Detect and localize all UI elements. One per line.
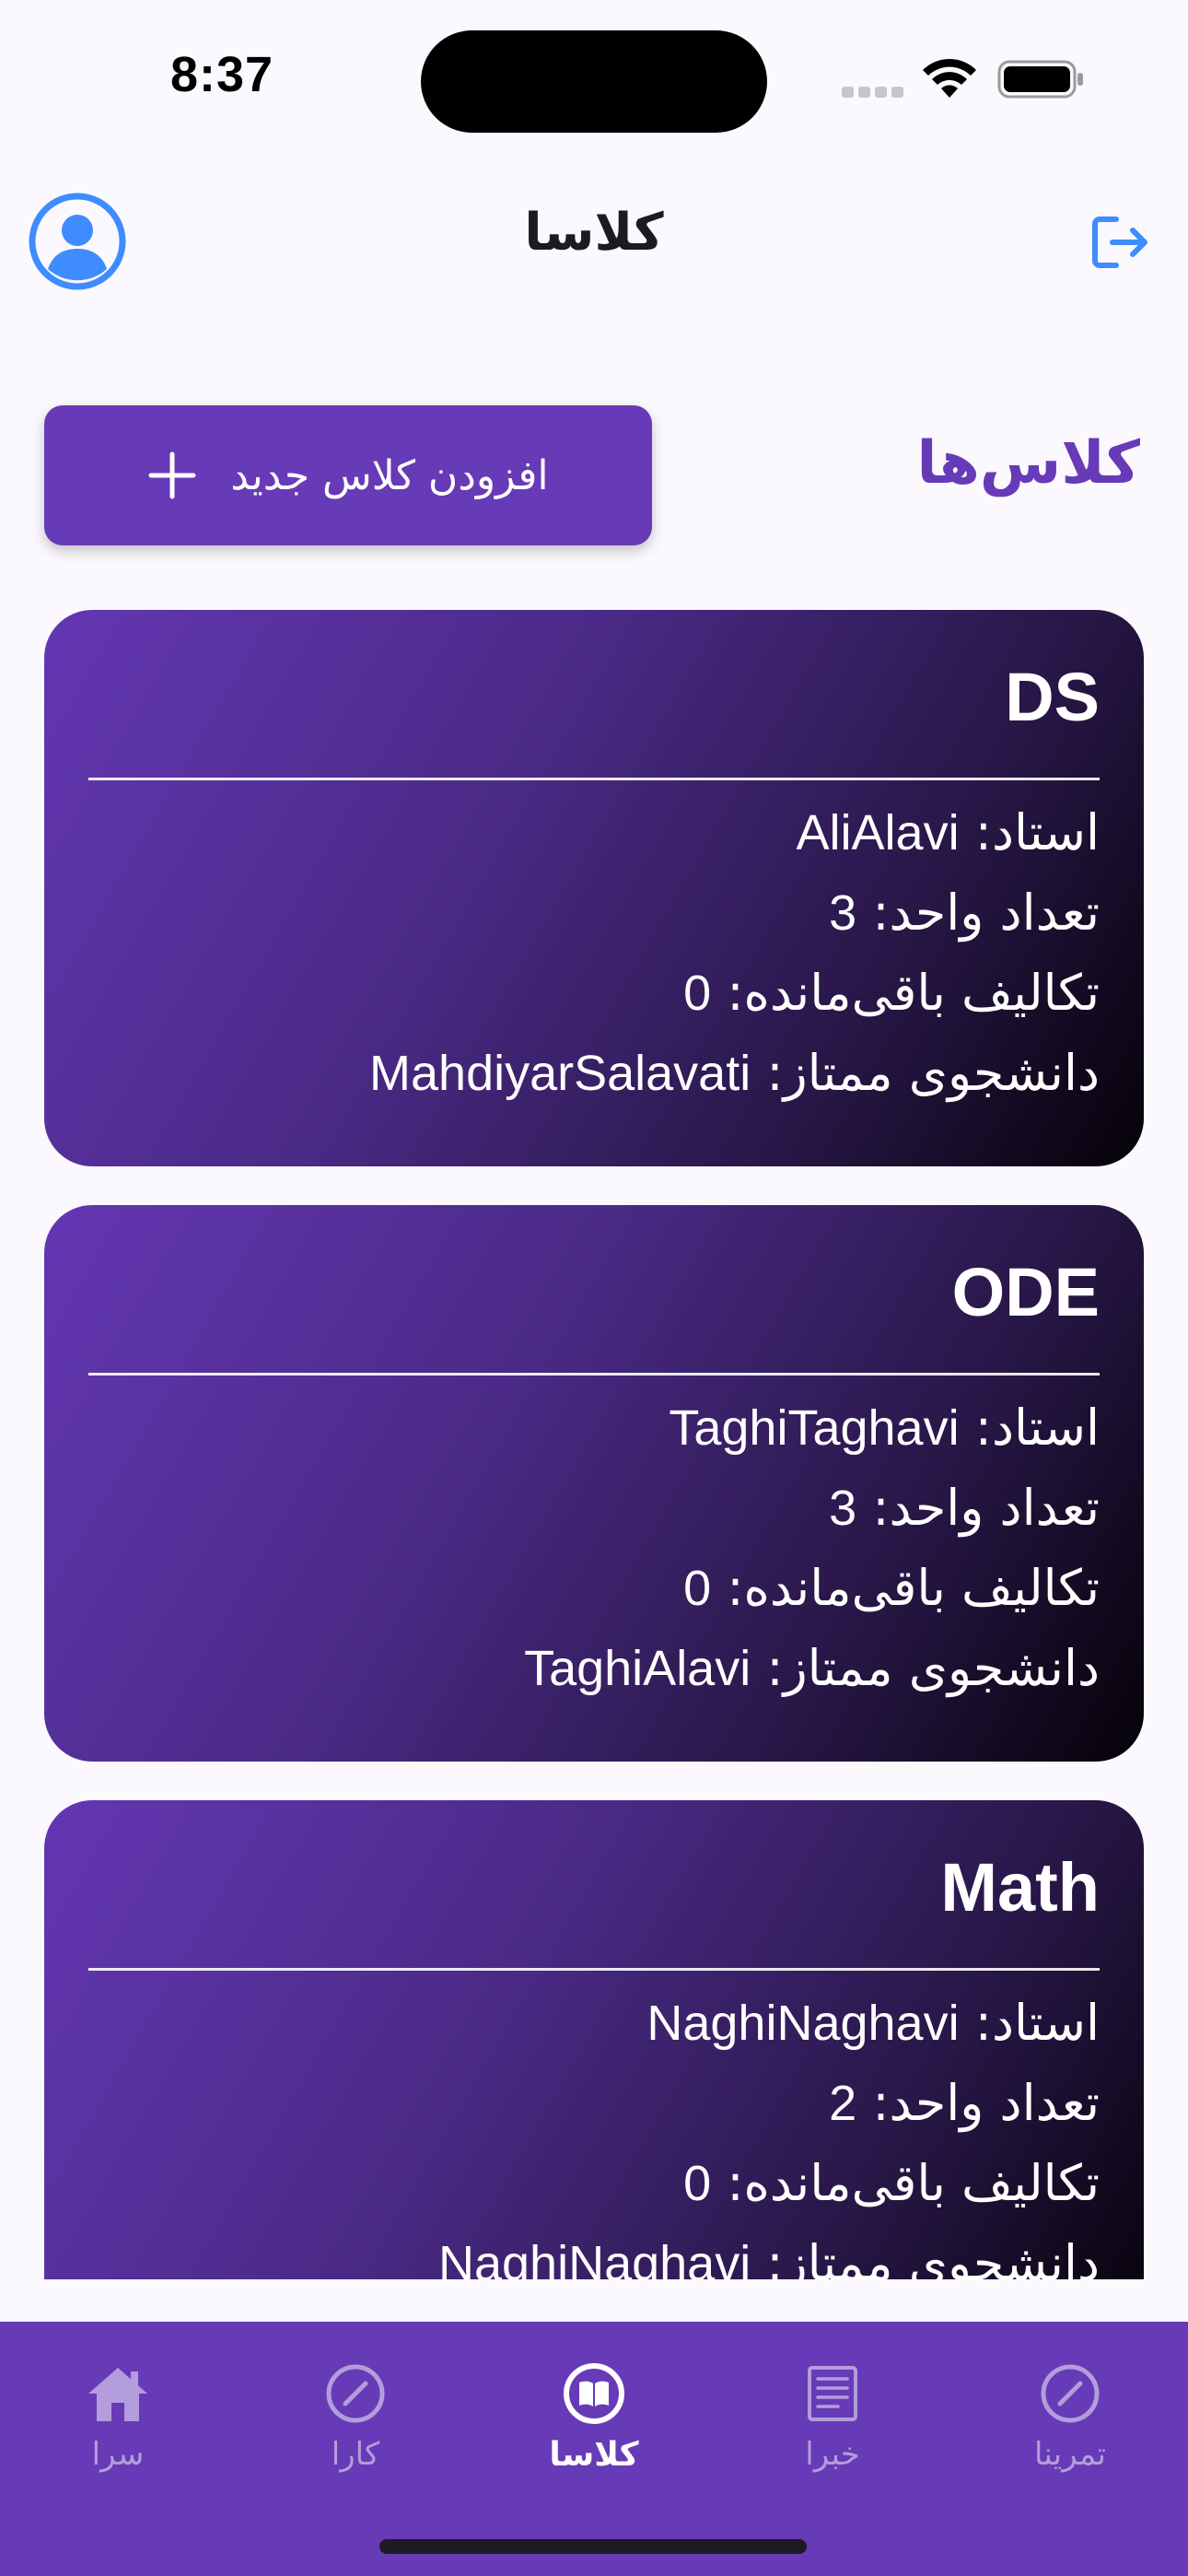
remaining-value: 0: [683, 1561, 712, 1616]
app-bar: کلاسا: [0, 157, 1188, 322]
teacher-value: TaghiTaghavi: [669, 1400, 960, 1456]
plus-icon: [148, 451, 196, 499]
compass-icon: [1041, 2364, 1100, 2423]
units-value: 2: [829, 2076, 857, 2131]
class-list[interactable]: DS استاد: AliAlavi تعداد واحد: 3 تکالیف …: [44, 610, 1144, 2279]
top-student-label: دانشجوی ممتاز:: [766, 1044, 1100, 1102]
nav-item-exercises[interactable]: تمرینا: [978, 2340, 1162, 2506]
app-title: کلاسا: [524, 203, 664, 263]
class-card[interactable]: DS استاد: AliAlavi تعداد واحد: 3 تکالیف …: [44, 610, 1144, 1166]
nav-item-home[interactable]: سرا: [26, 2340, 210, 2506]
class-top-student: دانشجوی ممتاز: TaghiAlavi: [524, 1639, 1100, 1697]
class-remaining-assignments: تکالیف باقی‌مانده: 0: [683, 964, 1100, 1022]
teacher-value: NaghiNaghavi: [646, 1996, 960, 2051]
remaining-label: تکالیف باقی‌مانده:: [727, 2154, 1100, 2212]
section-title: کلاس‌ها: [916, 429, 1140, 498]
teacher-label: استاد:: [974, 1399, 1100, 1457]
nav-item-classes[interactable]: کلاسا: [502, 2340, 686, 2506]
home-icon: [88, 2368, 147, 2421]
nav-label: کلاسا: [549, 2436, 639, 2474]
nav-label: تمرینا: [1034, 2436, 1106, 2473]
class-units: تعداد واحد: 2: [829, 2074, 1100, 2132]
top-student-label: دانشجوی ممتاز:: [766, 1639, 1100, 1697]
nav-label: سرا: [91, 2436, 145, 2473]
top-student-value: TaghiAlavi: [524, 1641, 751, 1696]
card-divider: [88, 1968, 1100, 1971]
class-top-student: دانشجوی ممتاز: MahdiyarSalavati: [369, 1044, 1100, 1102]
nav-item-tasks[interactable]: کارا: [263, 2340, 448, 2506]
class-card[interactable]: ODE استاد: TaghiTaghavi تعداد واحد: 3 تک…: [44, 1205, 1144, 1762]
units-value: 3: [829, 885, 857, 941]
class-teacher: استاد: NaghiNaghavi: [646, 1994, 1100, 2052]
class-top-student: دانشجوی ممتاز: NaghiNaghavi: [438, 2234, 1100, 2279]
teacher-label: استاد:: [974, 1994, 1100, 2052]
top-student-value: MahdiyarSalavati: [369, 1046, 751, 1101]
cellular-signal-icon: [842, 87, 904, 98]
class-card[interactable]: Math استاد: NaghiNaghavi تعداد واحد: 2 ت…: [44, 1800, 1144, 2279]
top-student-label: دانشجوی ممتاز:: [766, 2234, 1100, 2279]
add-class-button-label: افزودن کلاس جدید: [230, 451, 549, 499]
units-label: تعداد واحد:: [872, 1479, 1100, 1537]
nav-item-news[interactable]: خبرا: [740, 2340, 925, 2506]
status-time: 8:37: [170, 47, 274, 102]
add-class-button[interactable]: افزودن کلاس جدید: [44, 405, 652, 545]
dynamic-island: [421, 30, 767, 133]
class-teacher: استاد: TaghiTaghavi: [669, 1399, 1100, 1457]
class-name: Math: [940, 1849, 1100, 1926]
news-icon: [808, 2366, 857, 2421]
units-label: تعداد واحد:: [872, 884, 1100, 942]
compass-icon: [326, 2364, 385, 2423]
class-name: DS: [1005, 659, 1100, 735]
remaining-label: تکالیف باقی‌مانده:: [727, 964, 1100, 1022]
bottom-navigation: سرا کارا کلاسا خبرا تمرینا: [0, 2322, 1188, 2576]
book-icon: [564, 2363, 624, 2424]
wifi-icon: [923, 58, 976, 98]
card-divider: [88, 1373, 1100, 1376]
class-remaining-assignments: تکالیف باقی‌مانده: 0: [683, 1559, 1100, 1617]
card-divider: [88, 778, 1100, 780]
nav-label: خبرا: [805, 2436, 860, 2473]
class-remaining-assignments: تکالیف باقی‌مانده: 0: [683, 2154, 1100, 2212]
class-teacher: استاد: AliAlavi: [797, 803, 1100, 861]
logout-icon[interactable]: [1087, 210, 1151, 275]
class-units: تعداد واحد: 3: [829, 884, 1100, 942]
remaining-value: 0: [683, 966, 712, 1021]
battery-icon: [997, 60, 1083, 99]
remaining-value: 0: [683, 2156, 712, 2211]
home-indicator: [379, 2539, 807, 2554]
class-name: ODE: [951, 1254, 1100, 1330]
teacher-value: AliAlavi: [796, 805, 960, 861]
top-student-value: NaghiNaghavi: [438, 2236, 751, 2279]
teacher-label: استاد:: [974, 803, 1100, 861]
units-label: تعداد واحد:: [872, 2074, 1100, 2132]
status-bar: 8:37: [0, 0, 1188, 157]
nav-label: کارا: [331, 2436, 380, 2473]
class-units: تعداد واحد: 3: [829, 1479, 1100, 1537]
remaining-label: تکالیف باقی‌مانده:: [727, 1559, 1100, 1617]
units-value: 3: [829, 1481, 857, 1536]
